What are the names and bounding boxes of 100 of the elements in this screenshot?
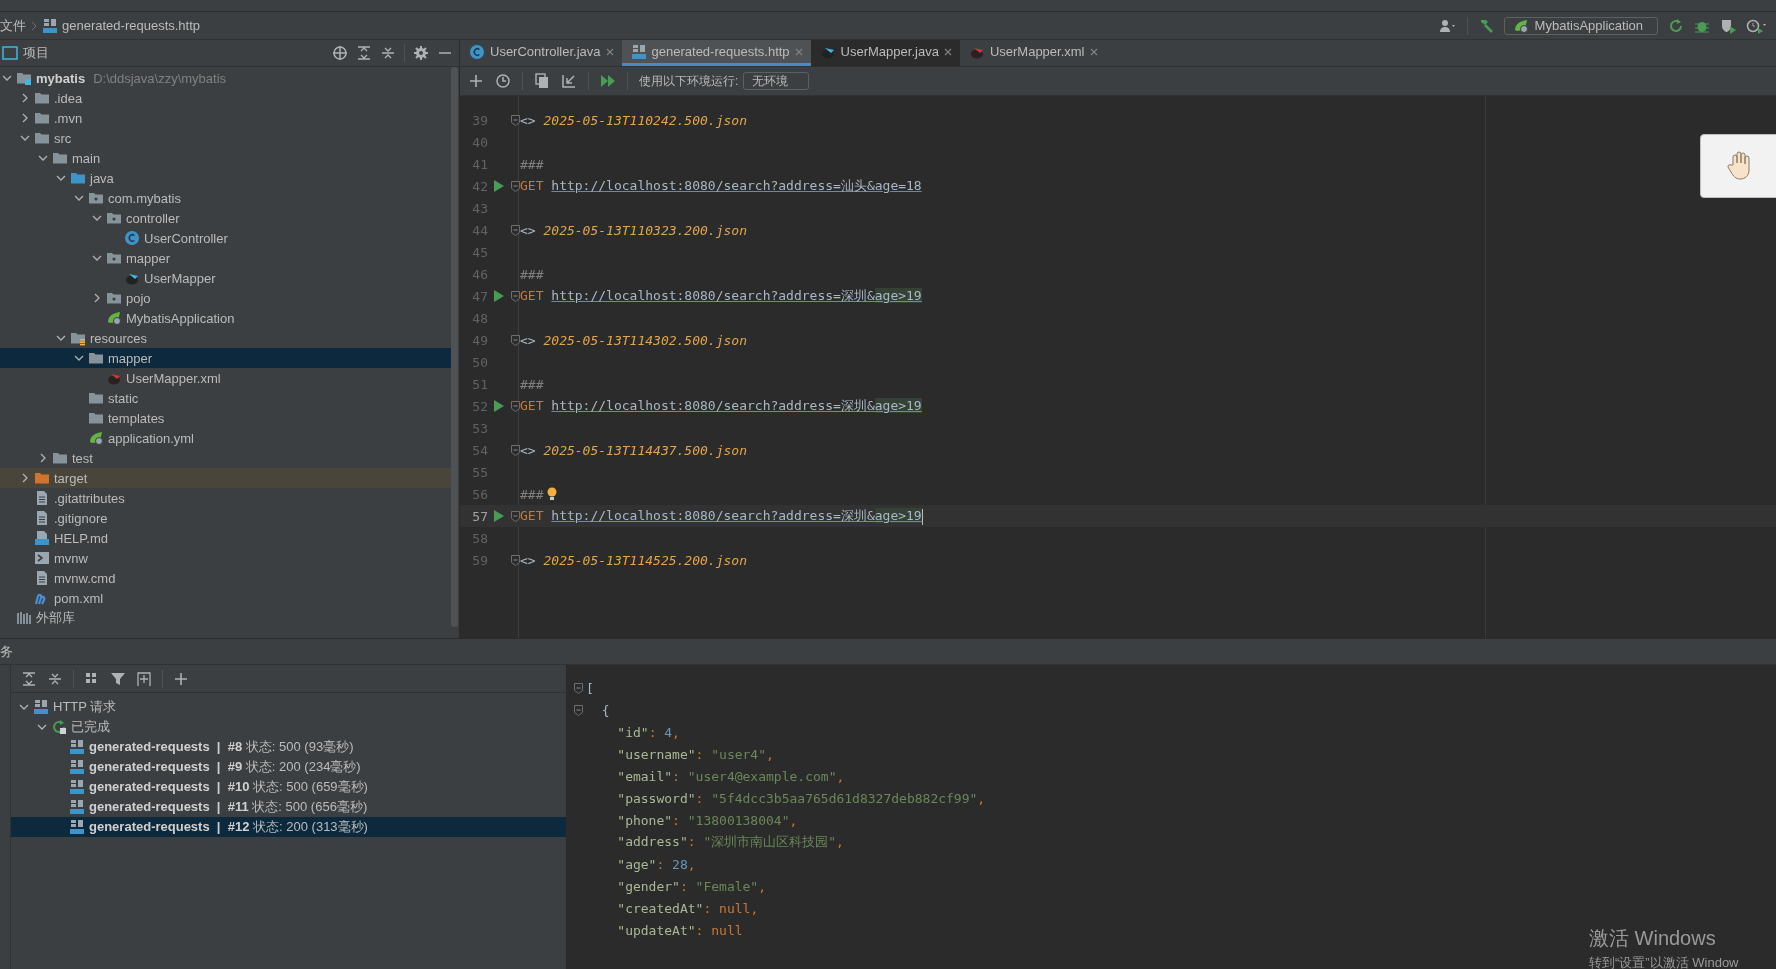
add-service-icon[interactable] [136, 670, 152, 687]
tree-item[interactable]: 已完成 [11, 717, 566, 737]
fold-icon[interactable] [511, 180, 520, 192]
tree-item[interactable]: 外部库 [0, 608, 451, 628]
line-number: 59 [471, 552, 488, 568]
history-icon[interactable] [495, 73, 511, 89]
tree-item[interactable]: UserController [0, 228, 451, 248]
breadcrumb-item[interactable]: generated-requests.http [62, 18, 201, 33]
collapse-all-icon[interactable] [380, 45, 396, 61]
run-all-icon[interactable] [600, 73, 616, 89]
tree-item[interactable]: mvnw [0, 548, 451, 568]
tree-item[interactable]: pojo [0, 288, 451, 308]
activation-notice-title: 激活 Windows [1589, 926, 1717, 951]
chevron-down-icon[interactable] [92, 253, 102, 263]
fold-icon[interactable] [511, 224, 520, 236]
fold-icon[interactable] [574, 682, 583, 694]
close-icon[interactable] [1089, 47, 1098, 56]
shield-icon[interactable] [1720, 17, 1736, 34]
tree-item[interactable]: com.mybatis [0, 188, 451, 208]
editor-tab[interactable]: UserMapper.java [810, 40, 960, 66]
run-icon[interactable] [493, 400, 504, 412]
line-number: 45 [471, 244, 488, 260]
folder-icon [34, 130, 50, 146]
profiler-icon[interactable] [1746, 17, 1766, 34]
tree-item[interactable]: resources [0, 328, 451, 348]
copy-icon[interactable] [534, 73, 550, 89]
rerun-icon[interactable] [1668, 17, 1684, 34]
tree-item[interactable]: static [0, 388, 451, 408]
tree-item[interactable]: MybatisApplication [0, 308, 451, 328]
tree-item[interactable]: UserMapper [0, 268, 451, 288]
close-icon[interactable] [943, 47, 952, 56]
hand-icon[interactable] [1727, 151, 1753, 181]
folder-icon [52, 450, 68, 466]
fold-icon[interactable] [511, 400, 520, 412]
expand-all-icon[interactable] [356, 45, 372, 61]
panel-title[interactable]: 项目 [23, 44, 49, 62]
run-icon[interactable] [493, 290, 504, 302]
user-icon[interactable] [1438, 17, 1457, 34]
tree-item[interactable]: generated-requests | #10 状态: 500 (659毫秒) [11, 777, 566, 797]
terminal-icon [34, 550, 50, 566]
code-line: <> 2025-05-13T110323.200.json [520, 222, 747, 238]
tree-item[interactable]: templates [0, 408, 451, 428]
tree-item[interactable]: generated-requests | #12 状态: 200 (313毫秒) [11, 817, 566, 837]
code-line: "updateAt": null [616, 922, 743, 938]
line-number: 42 [471, 178, 488, 194]
environment-dropdown[interactable]: 无环境 [743, 72, 810, 90]
fold-icon[interactable] [511, 290, 520, 302]
tree-item[interactable]: HELP.md [0, 528, 451, 548]
run-configuration-dropdown[interactable]: MybatisApplication [1503, 16, 1658, 35]
tree-item[interactable]: pom.xml [0, 588, 451, 608]
tree-item[interactable]: .gitattributes [0, 488, 451, 508]
tree-item[interactable]: java [0, 168, 451, 188]
fold-icon[interactable] [511, 444, 520, 456]
import-icon[interactable] [561, 73, 577, 89]
fold-icon[interactable] [574, 704, 583, 716]
tree-item[interactable]: generated-requests | #11 状态: 500 (656毫秒) [11, 797, 566, 817]
tree-item[interactable]: mapper [0, 248, 451, 268]
settings-icon[interactable] [413, 45, 429, 61]
chevron-right-icon[interactable] [92, 293, 102, 303]
tree-item[interactable]: main [0, 148, 451, 168]
tree-item[interactable]: .mvn [0, 108, 451, 128]
fold-icon[interactable] [511, 334, 520, 346]
tree-item[interactable]: HTTP 请求 [11, 697, 566, 717]
code-line: GET http://localhost:8080/search?address=深圳&age>19 [520, 507, 923, 525]
tree-item[interactable]: application.yml [0, 428, 451, 448]
lightbulb-icon[interactable] [547, 487, 558, 501]
chevron-right-icon [30, 20, 38, 31]
panel-title[interactable]: 务 [0, 642, 13, 661]
chevron-down-icon[interactable] [2, 73, 12, 83]
tree-item[interactable]: target [0, 468, 451, 488]
fold-icon[interactable] [511, 554, 520, 566]
breadcrumb-item[interactable]: 文件 [0, 16, 26, 35]
filter-icon[interactable] [110, 670, 126, 687]
run-icon[interactable] [493, 180, 504, 192]
line-number: 50 [471, 354, 488, 370]
tree-item[interactable]: test [0, 448, 451, 468]
code-line: GET http://localhost:8080/search?address=汕头&age=18 [520, 177, 922, 195]
tree-item[interactable]: .gitignore [0, 508, 451, 528]
add-icon[interactable] [173, 670, 189, 687]
line-number: 47 [471, 288, 488, 304]
tree-item[interactable]: mvnw.cmd [0, 568, 451, 588]
tree-item[interactable]: mybatis D:\ddsjava\zzy\mybatis [0, 68, 451, 88]
crosshair-icon[interactable] [332, 45, 348, 61]
tree-item[interactable]: controller [0, 208, 451, 228]
tree-item[interactable]: generated-requests | #8 状态: 500 (93毫秒) [11, 737, 566, 757]
tree-item[interactable]: src [0, 128, 451, 148]
fold-icon[interactable] [511, 114, 520, 126]
environment-label: 使用以下环境运行: [639, 72, 739, 90]
expand-all-icon[interactable] [21, 670, 37, 687]
tree-item[interactable]: generated-requests | #9 状态: 200 (234毫秒) [11, 757, 566, 777]
editor-tab[interactable]: generated-requests.http [621, 40, 811, 66]
fold-icon[interactable] [511, 510, 520, 522]
tree-item[interactable]: mapper [0, 348, 451, 368]
scrollbar[interactable] [451, 67, 458, 627]
line-number: 40 [471, 134, 488, 150]
tree-item[interactable]: UserMapper.xml [0, 368, 451, 388]
add-icon[interactable] [468, 73, 484, 89]
close-icon[interactable] [605, 47, 614, 56]
run-icon[interactable] [493, 510, 504, 522]
tree-item[interactable]: .idea [0, 88, 451, 108]
